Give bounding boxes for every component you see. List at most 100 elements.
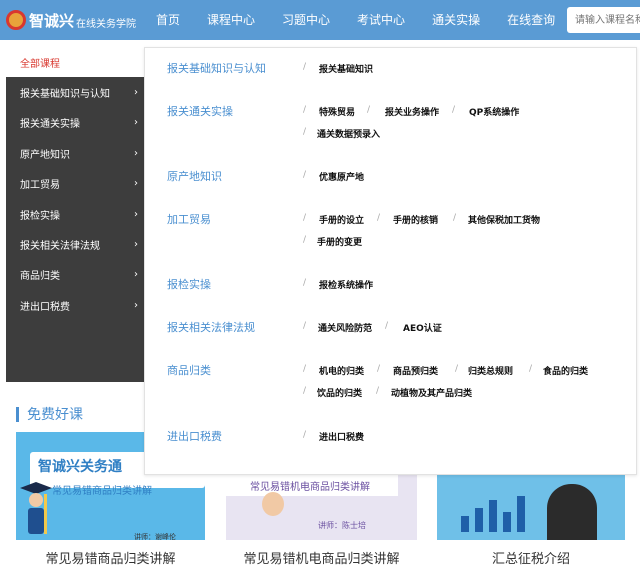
nav-online-query[interactable]: 在线查询 [499,0,563,40]
nav-exercise-center[interactable]: 习题中心 [274,0,338,40]
separator: / [303,62,307,72]
chevron-right-icon: › [134,239,138,251]
logo[interactable]: 智诚兴 在线关务学院 [6,6,136,34]
subcategory-link[interactable]: 通关风险防范 [318,321,372,334]
subcategory-link[interactable]: 报关基础知识 [319,62,373,75]
category-title[interactable]: 报关相关法律法规 [167,319,255,335]
chevron-right-icon: › [134,178,138,190]
presenter-icon [547,484,597,540]
sidebar-item-customs-basics[interactable]: 报关基础知识与认知 › [6,77,144,107]
subcategory-link[interactable]: 商品预归类 [393,364,438,377]
sidebar-item-inspection[interactable]: 报检实操 › [6,199,144,229]
subcategory-link[interactable]: 其他保税加工货物 [468,213,540,226]
subcategory-link[interactable]: 特殊贸易 [319,105,355,118]
sidebar-item-label: 原产地知识 [20,149,70,161]
subcategory-link[interactable]: 报关业务操作 [385,105,439,118]
sidebar-item-label: 报检实操 [20,210,60,222]
separator: / [367,105,371,115]
sidebar-item-taxes[interactable]: 进出口税费 › [6,290,144,320]
graduate-illustration-icon [20,482,52,534]
chevron-right-icon: › [134,87,138,99]
subcategory-link[interactable]: 手册的核销 [393,213,438,226]
nav-clearance-practice[interactable]: 通关实操 [424,0,488,40]
sidebar-item-label: 加工贸易 [20,180,60,192]
course-card-title[interactable]: 汇总征税介绍 [437,548,625,567]
course-card-title[interactable]: 常见易错商品归类讲解 [16,548,205,567]
sidebar-item-laws[interactable]: 报关相关法律法规 › [6,229,144,259]
sidebar-item-all-courses[interactable]: 全部课程 [6,47,144,78]
nav-home[interactable]: 首页 [148,0,188,40]
sidebar-item-origin[interactable]: 原产地知识 › [6,138,144,168]
bar-chart-icon [461,496,525,532]
top-nav-bar: 智诚兴 在线关务学院 首页 课程中心 习题中心 考试中心 通关实操 在线查询 [0,0,640,40]
logo-icon [6,10,26,30]
separator: / [303,170,307,180]
logo-brand: 智诚兴 [29,11,75,30]
logo-tagline: 在线关务学院 [76,18,137,30]
category-sidebar: 全部课程 报关基础知识与认知 › 报关通关实操 › 原产地知识 › 加工贸易 ›… [6,47,144,382]
sidebar-item-processing-trade[interactable]: 加工贸易 › [6,169,144,199]
subcategory-link[interactable]: 优惠原产地 [319,170,364,183]
subcategory-link[interactable]: 机电的归类 [319,364,364,377]
chevron-right-icon: › [134,117,138,129]
separator: / [303,213,307,223]
separator: / [453,213,457,223]
subcategory-link[interactable]: 手册的设立 [319,213,364,226]
category-title[interactable]: 报关基础知识与认知 [167,60,266,76]
sidebar-item-classification[interactable]: 商品归类 › [6,260,144,290]
card-brand: 智诚兴关务通 [38,459,122,475]
category-title[interactable]: 原产地知识 [167,168,222,184]
subcategory-link[interactable]: QP系统操作 [469,105,519,118]
separator: / [377,213,381,223]
separator: / [303,321,307,331]
free-courses-title: 免费好课 [27,407,83,423]
separator: / [303,278,307,288]
separator: / [303,430,307,440]
chevron-right-icon: › [134,269,138,281]
category-title[interactable]: 进出口税费 [167,428,222,444]
nav-exam-center[interactable]: 考试中心 [349,0,413,40]
sidebar-item-label: 全部课程 [20,58,60,70]
sidebar-item-label: 进出口税费 [20,301,70,313]
separator: / [303,235,307,245]
sidebar-item-clearance-practice[interactable]: 报关通关实操 › [6,108,144,138]
main-nav: 首页 课程中心 习题中心 考试中心 通关实操 在线查询 [148,0,563,40]
separator: / [377,364,381,374]
subcategory-link[interactable]: 手册的变更 [317,235,362,248]
separator: / [376,386,380,396]
card-subtitle: 常见易错商品归类讲解 [52,486,152,497]
sidebar-item-label: 报关基础知识与认知 [20,89,110,101]
card-subtitle: 常见易错机电商品归类讲解 [250,482,370,493]
free-courses-heading: 免费好课 [16,404,83,424]
subcategory-link[interactable]: 报检系统操作 [319,278,373,291]
category-title[interactable]: 报关通关实操 [167,103,233,119]
category-dropdown-panel: 报关基础知识与认知 / 报关基础知识 报关通关实操 / 特殊贸易 / 报关业务操… [144,47,637,475]
separator: / [455,364,459,374]
separator: / [529,364,533,374]
subcategory-link[interactable]: 饮品的归类 [317,386,362,399]
subcategory-link[interactable]: 归类总规则 [468,364,513,377]
chevron-right-icon: › [134,147,138,159]
separator: / [385,321,389,331]
course-card-title[interactable]: 常见易错机电商品归类讲解 [226,548,417,567]
subcategory-link[interactable]: AEO认证 [403,321,442,334]
subcategory-link[interactable]: 进出口税费 [319,430,364,443]
card-lecturer: 讲师：谢峰伦 [134,533,176,540]
sidebar-item-label: 报关相关法律法规 [20,241,100,253]
search-input[interactable] [567,7,640,33]
separator: / [303,386,307,396]
category-title[interactable]: 加工贸易 [167,211,211,227]
person-icon [262,492,284,516]
card-lecturer: 讲师：陈士培 [318,521,366,530]
subcategory-link[interactable]: 通关数据预录入 [317,127,380,140]
category-title[interactable]: 商品归类 [167,362,211,378]
sidebar-item-label: 报关通关实操 [20,119,80,131]
nav-course-center[interactable]: 课程中心 [199,0,263,40]
separator: / [303,105,307,115]
subcategory-link[interactable]: 动植物及其产品归类 [391,386,472,399]
separator: / [303,127,307,137]
subcategory-link[interactable]: 食品的归类 [543,364,588,377]
category-title[interactable]: 报检实操 [167,276,211,292]
separator: / [452,105,456,115]
chevron-right-icon: › [134,299,138,311]
